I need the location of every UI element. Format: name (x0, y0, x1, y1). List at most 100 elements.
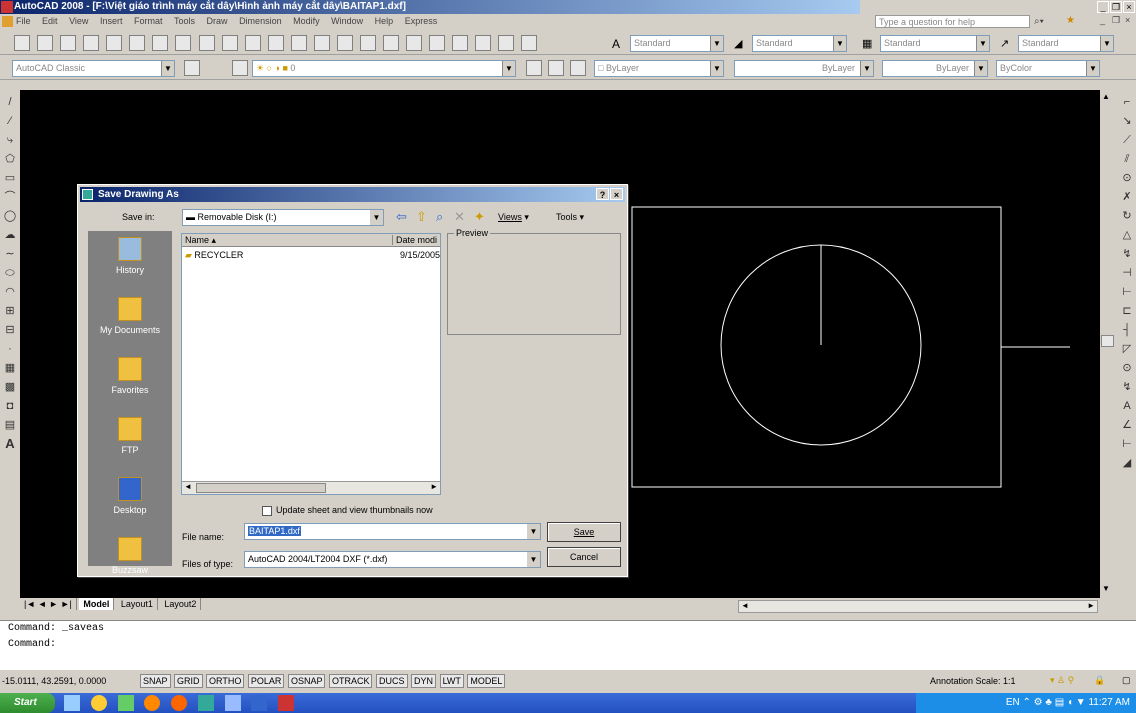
copy-object-icon[interactable]: ↘ (1120, 114, 1134, 128)
explode-icon[interactable]: ↯ (1120, 380, 1134, 394)
media-player-icon[interactable] (171, 695, 188, 711)
new-icon[interactable] (14, 35, 30, 51)
open-icon[interactable] (37, 35, 54, 51)
layer-select[interactable]: ☀ ○ ◑ ■ 0 ▼ (252, 60, 516, 77)
show-desktop-icon[interactable] (64, 695, 80, 711)
scroll-right-icon[interactable]: ► (1087, 601, 1095, 610)
zoom-window-icon[interactable] (336, 35, 353, 51)
tab-layout1[interactable]: Layout1 (117, 598, 158, 610)
app-launch-icon[interactable] (117, 695, 134, 711)
model-toggle[interactable]: MODEL (467, 674, 506, 688)
dialog-close-icon[interactable]: × (610, 188, 623, 200)
scroll-down-icon[interactable]: ▼ (1102, 584, 1110, 593)
vertical-scrollbar[interactable]: ▲ ▼ (1100, 90, 1116, 598)
save-icon[interactable] (60, 35, 77, 51)
lineweight-select[interactable]: ByLayer ▼ (882, 60, 988, 77)
redo-icon[interactable] (267, 35, 284, 51)
polyline-icon[interactable]: ⤷ (3, 133, 17, 147)
insert-block-icon[interactable]: ⊞ (3, 304, 17, 318)
ellipse-arc-icon[interactable]: ◠ (3, 285, 17, 299)
clean-screen-icon[interactable]: ▢ (1122, 675, 1131, 686)
menu-modify[interactable]: Modify (293, 16, 320, 26)
properties-icon[interactable] (383, 35, 399, 51)
table-icon[interactable]: ▤ (3, 418, 17, 432)
move-icon[interactable]: ✗ (1120, 190, 1134, 204)
menu-format[interactable]: Format (134, 16, 163, 26)
back-icon[interactable]: ⇦ (396, 209, 407, 225)
break-icon[interactable]: ⊏ (1120, 304, 1134, 318)
command-prompt-line[interactable]: Command: (0, 637, 1136, 653)
zoom-previous-icon[interactable] (359, 35, 376, 51)
language-indicator[interactable]: EN (1006, 697, 1020, 708)
layer-manager-icon[interactable] (232, 60, 248, 76)
layer-previous-icon[interactable] (548, 60, 564, 76)
scroll-up-icon[interactable]: ▲ (1102, 92, 1110, 101)
fillet-icon[interactable]: ⊙ (1120, 361, 1134, 375)
plotstyle-select[interactable]: ByColor ▼ (996, 60, 1100, 77)
text-style-select[interactable]: Standard ▼ (630, 35, 724, 52)
restore-icon[interactable]: ❐ (1110, 1, 1122, 13)
menu-edit[interactable]: Edit (42, 16, 58, 26)
new-folder-icon[interactable]: ✦ (474, 209, 485, 225)
match-properties-icon[interactable] (221, 35, 238, 51)
revision-cloud-icon[interactable]: ☁ (3, 228, 17, 242)
search-web-icon[interactable]: ⌕ (436, 209, 443, 225)
places-favorites[interactable]: Favorites (88, 351, 172, 411)
polygon-icon[interactable]: ⬠ (3, 152, 17, 166)
preview-icon[interactable] (106, 35, 123, 51)
dialog-help-icon[interactable]: ? (596, 188, 609, 200)
menu-window[interactable]: Window (331, 16, 363, 26)
word-icon[interactable] (251, 695, 268, 711)
tool-palettes-icon[interactable] (429, 35, 446, 51)
lwt-toggle[interactable]: LWT (439, 674, 464, 688)
file-scroll-right-icon[interactable]: ► (430, 482, 438, 491)
help-search-icon[interactable]: ⌕▾ (1034, 16, 1044, 27)
thumbnail-checkbox[interactable] (262, 506, 272, 516)
layer-states-icon[interactable] (570, 60, 586, 76)
command-window[interactable]: Command: _saveas Command: (0, 620, 1136, 670)
pdf-icon[interactable] (278, 695, 295, 711)
plot-icon[interactable] (83, 35, 100, 51)
trim-icon[interactable]: ⊣ (1120, 266, 1134, 280)
help-icon[interactable] (521, 35, 538, 51)
scroll-left-icon[interactable]: ◄ (741, 601, 749, 610)
chamfer-icon[interactable]: ◸ (1120, 342, 1134, 356)
file-scroll-left-icon[interactable]: ◄ (184, 482, 192, 491)
line-icon[interactable]: / (3, 95, 17, 109)
join-icon[interactable]: ┤ (1120, 323, 1134, 337)
pan-icon[interactable] (290, 35, 307, 51)
scroll-thumb[interactable] (1101, 335, 1114, 347)
save-in-select[interactable]: ▬ Removable Disk (I:) ▼ (182, 209, 384, 226)
workspace-select[interactable]: AutoCAD Classic ▼ (12, 60, 175, 77)
horizontal-scrollbar[interactable]: ◄ ► (738, 600, 1098, 613)
undo-icon[interactable] (244, 35, 261, 51)
rotate-icon[interactable]: ↻ (1120, 209, 1134, 223)
gradient-icon[interactable]: ▩ (3, 380, 17, 394)
polar-toggle[interactable]: POLAR (247, 674, 285, 688)
favorites-star-icon[interactable]: ★ (1066, 15, 1075, 26)
arc-icon[interactable]: ⌒ (3, 190, 17, 204)
region-icon[interactable]: ◘ (3, 399, 17, 413)
extend-icon[interactable]: ⊢ (1120, 285, 1134, 299)
files-of-type-select[interactable]: AutoCAD 2004/LT2004 DXF (*.dxf) ▼ (244, 551, 541, 568)
markup-icon[interactable] (475, 35, 492, 51)
menu-file[interactable]: File (16, 16, 31, 26)
otrack-toggle[interactable]: OTRACK (328, 674, 373, 688)
zoom-realtime-icon[interactable] (313, 35, 330, 51)
tab-nav-arrows[interactable]: |◄ ◄ ► ►| (20, 598, 77, 610)
menu-help[interactable]: Help (375, 16, 394, 26)
rectangle-icon[interactable]: ▭ (3, 171, 17, 185)
file-list[interactable]: Name ▴ Date modi ▰ RECYCLER 9/15/2005 ◄ … (181, 233, 441, 495)
scale-icon[interactable]: △ (1120, 228, 1134, 242)
menu-draw[interactable]: Draw (207, 16, 228, 26)
delete-icon[interactable]: ✕ (454, 209, 465, 225)
firefox-icon[interactable] (144, 695, 161, 711)
ortho-toggle[interactable]: ORTHO (206, 674, 245, 688)
tools-menu[interactable]: Tools ▾ (556, 212, 584, 223)
copy-icon[interactable] (175, 35, 192, 51)
circle-icon[interactable]: ◯ (3, 209, 17, 223)
menu-dimension[interactable]: Dimension (239, 16, 282, 26)
table-style-select[interactable]: Standard ▼ (880, 35, 990, 52)
messenger-icon[interactable] (90, 695, 107, 711)
file-scroll-thumb[interactable] (196, 483, 326, 493)
